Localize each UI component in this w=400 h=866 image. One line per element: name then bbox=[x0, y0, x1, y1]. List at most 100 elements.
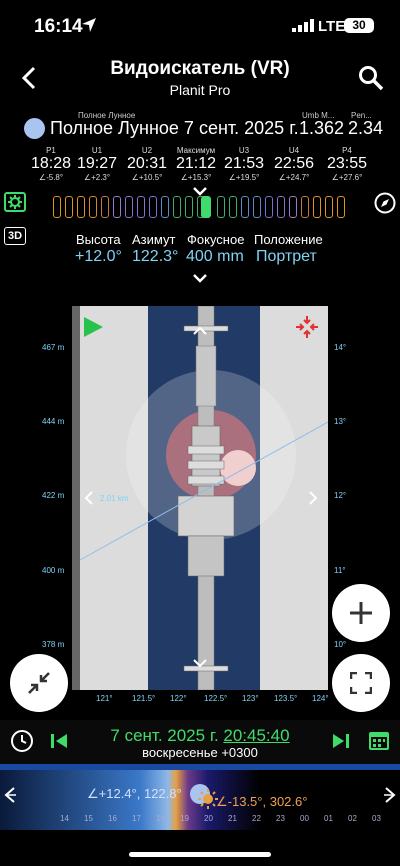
timeline-u1[interactable]: U1 19:27 ∠+2.3° bbox=[74, 146, 120, 182]
skip-forward-icon[interactable] bbox=[332, 732, 350, 750]
collapse-icon bbox=[28, 672, 50, 694]
chevron-down-icon[interactable] bbox=[192, 273, 208, 283]
calendar-icon[interactable] bbox=[368, 729, 390, 751]
zoom-in-button[interactable] bbox=[332, 584, 390, 642]
left-scale-label: 400 m bbox=[42, 566, 65, 575]
timeline-angle: ∠+2.3° bbox=[83, 173, 111, 182]
phase-bar bbox=[337, 196, 345, 218]
chevron-left-icon[interactable] bbox=[2, 786, 16, 804]
home-indicator[interactable] bbox=[129, 852, 271, 857]
timeline-u4[interactable]: U4 22:56 ∠+24.7° bbox=[271, 146, 317, 182]
timeline-angle: ∠+19.5° bbox=[228, 173, 260, 182]
timeline-time: 21:12 bbox=[175, 155, 217, 172]
timeline-time: 19:27 bbox=[76, 155, 118, 172]
toggle-3d-button[interactable]: 3D bbox=[4, 227, 26, 245]
phase-bar bbox=[229, 196, 237, 218]
chevron-right-icon[interactable] bbox=[308, 490, 318, 506]
status-bar: 16:14 LTE 30 bbox=[0, 0, 400, 50]
hour-label: 01 bbox=[324, 814, 333, 823]
right-scale-label: 13° bbox=[334, 417, 347, 426]
chevron-right-icon[interactable] bbox=[384, 786, 398, 804]
phase-title[interactable]: Полное Лунное 7 сент. 2025 г. bbox=[50, 118, 299, 139]
right-scale-label: 14° bbox=[334, 343, 347, 352]
status-time: 16:14 bbox=[34, 16, 83, 37]
hour-label: 19 bbox=[180, 814, 189, 823]
hour-label: 14 bbox=[60, 814, 69, 823]
phase-bar bbox=[113, 196, 121, 218]
timeline-label: U4 bbox=[288, 146, 300, 155]
phase-bar bbox=[161, 196, 169, 218]
eclipse-timeline: P1 18:28 ∠-5.8° U1 19:27 ∠+2.3° U2 20:31 ∠+10.… bbox=[0, 146, 400, 186]
phase-bar-current bbox=[201, 196, 211, 218]
network-label: LTE bbox=[318, 18, 346, 35]
phase-bar bbox=[313, 196, 321, 218]
bottom-scale-label: 121° bbox=[96, 694, 113, 703]
hour-label: 17 bbox=[132, 814, 141, 823]
timeline-u2[interactable]: U2 20:31 ∠+10.5° bbox=[124, 146, 170, 182]
right-scale-label: 12° bbox=[334, 491, 347, 500]
phase-bar bbox=[65, 196, 73, 218]
hour-label: 02 bbox=[348, 814, 357, 823]
chevron-down-icon[interactable] bbox=[192, 658, 208, 668]
timeline-label: Максимум bbox=[176, 146, 216, 155]
fullscreen-button[interactable] bbox=[332, 654, 390, 712]
moon-icon bbox=[24, 118, 45, 139]
phase-bar bbox=[101, 196, 109, 218]
focal-value[interactable]: 400 mm bbox=[186, 248, 244, 266]
chevron-up-icon[interactable] bbox=[192, 326, 208, 336]
left-scale-label: 378 m bbox=[42, 640, 65, 649]
hour-label: 15 bbox=[84, 814, 93, 823]
hour-label: 20 bbox=[204, 814, 213, 823]
compass-icon[interactable] bbox=[374, 192, 396, 214]
phase-bar bbox=[125, 196, 133, 218]
pen-value: 2.34 bbox=[348, 118, 384, 138]
phase-bar bbox=[185, 196, 193, 218]
play-icon[interactable] bbox=[82, 316, 104, 338]
settings-button[interactable] bbox=[4, 192, 26, 212]
search-icon[interactable] bbox=[358, 65, 384, 91]
height-value[interactable]: +12.0° bbox=[75, 248, 122, 266]
focal-label: Фокусное bbox=[187, 232, 245, 247]
phase-bar bbox=[137, 196, 145, 218]
timeline-max[interactable]: Максимум 21:12 ∠+15.3° bbox=[173, 146, 219, 182]
plus-icon bbox=[350, 602, 372, 624]
hour-label: 00 bbox=[300, 814, 309, 823]
timeline-angle: ∠+10.5° bbox=[131, 173, 163, 182]
phase-bar bbox=[301, 196, 309, 218]
phase-bar bbox=[89, 196, 97, 218]
viewfinder[interactable]: 2.01 km bbox=[72, 306, 328, 690]
timeline-label: U3 bbox=[238, 146, 250, 155]
timeline-p4[interactable]: P4 23:55 ∠+27.6° bbox=[324, 146, 370, 182]
signal-icon bbox=[292, 19, 314, 32]
timeline-u3[interactable]: U3 21:53 ∠+19.5° bbox=[221, 146, 267, 182]
recenter-icon[interactable] bbox=[296, 316, 318, 338]
chevron-down-icon[interactable] bbox=[192, 186, 208, 196]
bottom-scale-label: 122° bbox=[170, 694, 187, 703]
umb-value: 1.362 bbox=[299, 118, 345, 138]
phase-bar bbox=[265, 196, 273, 218]
timeline-angle: ∠+27.6° bbox=[331, 173, 363, 182]
location-arrow-icon bbox=[82, 18, 96, 32]
orientation-value[interactable]: Портрет bbox=[256, 248, 317, 266]
phase-bar bbox=[77, 196, 85, 218]
timeline-label: P4 bbox=[342, 146, 352, 155]
battery-indicator: 30 bbox=[344, 18, 374, 33]
azimuth-value[interactable]: 122.3° bbox=[132, 248, 178, 266]
hour-label: 18 bbox=[156, 814, 165, 823]
phase-bar bbox=[289, 196, 297, 218]
moon-readout: ∠+12.4°, 122.8° bbox=[87, 786, 182, 801]
collapse-button[interactable] bbox=[10, 654, 68, 712]
fullscreen-icon bbox=[349, 671, 373, 695]
timeline-label: P1 bbox=[46, 146, 56, 155]
phase-bar bbox=[217, 196, 225, 218]
timeline-time: 20:31 bbox=[126, 155, 168, 172]
page-subtitle: Planit Pro bbox=[169, 82, 231, 98]
hour-label: 21 bbox=[228, 814, 237, 823]
height-label: Высота bbox=[76, 232, 121, 247]
azimuth-label: Азимут bbox=[132, 232, 176, 247]
distance-label: 2.01 km bbox=[100, 494, 129, 503]
page-title: Видоискатель (VR) bbox=[110, 58, 290, 79]
date-label: 7 сент. 2025 г. bbox=[110, 726, 224, 745]
chevron-left-icon[interactable] bbox=[84, 490, 94, 506]
timeline-p1[interactable]: P1 18:28 ∠-5.8° bbox=[28, 146, 74, 182]
